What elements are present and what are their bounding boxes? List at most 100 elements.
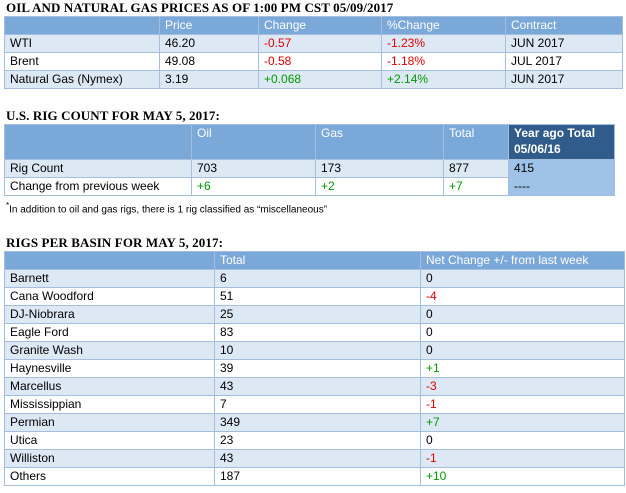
price-contract: JUN 2017 xyxy=(505,34,623,53)
basin-net-change: -3 xyxy=(420,377,625,396)
basin-net-change: -1 xyxy=(420,449,625,468)
basin-total: 6 xyxy=(214,269,421,288)
basin-name: DJ-Niobrara xyxy=(4,305,215,324)
rig-total: 877 xyxy=(443,159,509,178)
basin-net-change: 0 xyxy=(420,269,625,288)
basin-total: 23 xyxy=(214,431,421,450)
table-row: Others 187 +10 xyxy=(4,467,625,486)
basin-total: 51 xyxy=(214,287,421,306)
prices-table: Price Change %Change Contract WTI 46.20 … xyxy=(4,16,623,89)
basins-title: RIGS PER BASIN FOR MAY 5, 2017: xyxy=(6,235,224,250)
rig-year-ago: ---- xyxy=(508,177,615,196)
basin-name: Marcellus xyxy=(4,377,215,396)
basin-total: 39 xyxy=(214,359,421,378)
table-row: Granite Wash 10 0 xyxy=(4,341,625,360)
price-change: -0.58 xyxy=(258,52,382,71)
table-row: Rig Count 703 173 877 415 xyxy=(4,159,615,178)
basin-name: Williston xyxy=(4,449,215,468)
basins-header-total: Total xyxy=(214,251,421,270)
price-value: 3.19 xyxy=(159,70,259,89)
basin-total: 349 xyxy=(214,413,421,432)
prices-header-contract: Contract xyxy=(505,16,623,35)
price-name: Natural Gas (Nymex) xyxy=(4,70,160,89)
basin-total: 187 xyxy=(214,467,421,486)
basins-header-row: Total Net Change +/- from last week xyxy=(4,251,625,270)
basin-total: 43 xyxy=(214,449,421,468)
basin-name: Barnett xyxy=(4,269,215,288)
basin-total: 10 xyxy=(214,341,421,360)
price-name: WTI xyxy=(4,34,160,53)
prices-header-change: Change xyxy=(258,16,382,35)
basin-net-change: +10 xyxy=(420,467,625,486)
rig-gas: 173 xyxy=(315,159,444,178)
rig-header-year-ago: Year ago Total 05/06/16 xyxy=(508,124,615,160)
table-row: Change from previous week +6 +2 +7 ---- xyxy=(4,177,615,196)
basin-net-change: +7 xyxy=(420,413,625,432)
table-row: Utica 23 0 xyxy=(4,431,625,450)
price-value: 49.08 xyxy=(159,52,259,71)
basin-name: Granite Wash xyxy=(4,341,215,360)
price-value: 46.20 xyxy=(159,34,259,53)
price-pct-change: +2.14% xyxy=(381,70,506,89)
prices-header-pct: %Change xyxy=(381,16,506,35)
basin-net-change: 0 xyxy=(420,431,625,450)
basin-name: Permian xyxy=(4,413,215,432)
basin-net-change: -4 xyxy=(420,287,625,306)
rig-oil: 703 xyxy=(191,159,316,178)
table-row: Permian 349 +7 xyxy=(4,413,625,432)
table-row: Eagle Ford 83 0 xyxy=(4,323,625,342)
basin-net-change: +1 xyxy=(420,359,625,378)
table-row: Marcellus 43 -3 xyxy=(4,377,625,396)
basin-name: Utica xyxy=(4,431,215,450)
table-row: Mississippian 7 -1 xyxy=(4,395,625,414)
table-row: DJ-Niobrara 25 0 xyxy=(4,305,625,324)
price-change: +0.068 xyxy=(258,70,382,89)
prices-header-price: Price xyxy=(159,16,259,35)
rig-row-label: Rig Count xyxy=(4,159,192,178)
rig-total: +7 xyxy=(443,177,509,196)
price-change: -0.57 xyxy=(258,34,382,53)
basin-net-change: -1 xyxy=(420,395,625,414)
footnote-text: In addition to oil and gas rigs, there i… xyxy=(9,204,328,216)
table-row: Haynesville 39 +1 xyxy=(4,359,625,378)
basin-net-change: 0 xyxy=(420,341,625,360)
basin-name: Eagle Ford xyxy=(4,323,215,342)
basin-net-change: 0 xyxy=(420,323,625,342)
rig-header-label xyxy=(4,124,192,160)
basin-total: 7 xyxy=(214,395,421,414)
basin-total: 25 xyxy=(214,305,421,324)
table-row: Brent 49.08 -0.58 -1.18% JUL 2017 xyxy=(4,52,623,71)
price-pct-change: -1.18% xyxy=(381,52,506,71)
basins-header-name xyxy=(4,251,215,270)
price-contract: JUN 2017 xyxy=(505,70,623,89)
prices-header-row: Price Change %Change Contract xyxy=(4,16,623,35)
basin-total: 83 xyxy=(214,323,421,342)
price-pct-change: -1.23% xyxy=(381,34,506,53)
price-contract: JUL 2017 xyxy=(505,52,623,71)
prices-title: OIL AND NATURAL GAS PRICES AS OF 1:00 PM… xyxy=(6,0,394,15)
price-name: Brent xyxy=(4,52,160,71)
rig-count-header-row: Oil Gas Total Year ago Total 05/06/16 xyxy=(4,124,615,160)
rig-header-gas: Gas xyxy=(315,124,444,160)
rig-row-label: Change from previous week xyxy=(4,177,192,196)
rig-count-title: U.S. RIG COUNT FOR MAY 5, 2017: xyxy=(6,108,220,123)
table-row: Cana Woodford 51 -4 xyxy=(4,287,625,306)
basin-total: 43 xyxy=(214,377,421,396)
rig-oil: +6 xyxy=(191,177,316,196)
prices-header-name xyxy=(4,16,160,35)
rig-year-ago: 415 xyxy=(508,159,615,178)
rig-footnote: *In addition to oil and gas rigs, there … xyxy=(6,201,327,215)
basin-name: Others xyxy=(4,467,215,486)
rig-count-table: Oil Gas Total Year ago Total 05/06/16 Ri… xyxy=(4,124,615,196)
basin-net-change: 0 xyxy=(420,305,625,324)
basin-name: Mississippian xyxy=(4,395,215,414)
rig-header-total: Total xyxy=(443,124,509,160)
table-row: Natural Gas (Nymex) 3.19 +0.068 +2.14% J… xyxy=(4,70,623,89)
rig-gas: +2 xyxy=(315,177,444,196)
table-row: WTI 46.20 -0.57 -1.23% JUN 2017 xyxy=(4,34,623,53)
basin-name: Haynesville xyxy=(4,359,215,378)
basin-name: Cana Woodford xyxy=(4,287,215,306)
table-row: Barnett 6 0 xyxy=(4,269,625,288)
table-row: Williston 43 -1 xyxy=(4,449,625,468)
rig-header-oil: Oil xyxy=(191,124,316,160)
